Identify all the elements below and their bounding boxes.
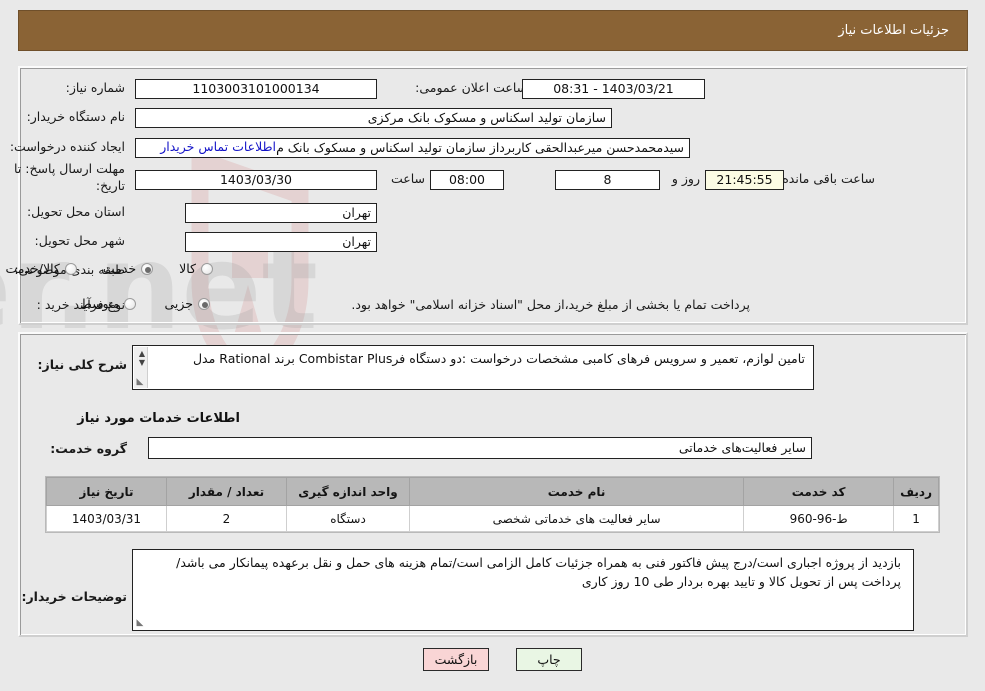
buyer-notes-text: بازدید از پروژه اجباری است/درج پیش فاکتو…	[176, 555, 901, 590]
province-label-row: استان محل تحویل:	[27, 204, 125, 219]
remaining-time-field: 21:45:55	[705, 170, 784, 190]
deadline-label-row2: تاریخ:	[95, 178, 125, 193]
category-radio-kala[interactable]: کالا	[179, 261, 213, 276]
city-label-row: شهر محل تحویل:	[35, 233, 125, 248]
notes-label-row: توضیحات خریدار:	[21, 589, 127, 604]
process-option-label-0: جزیی	[164, 296, 193, 311]
radio-circle-icon	[201, 262, 213, 275]
summary-label-row: شرح کلی نیاز:	[38, 357, 127, 372]
deadline-date-row: 1403/03/30	[135, 170, 377, 190]
category-radio-group: کالا خدمت کالا/خدمت	[5, 261, 213, 276]
announce-field-row: 1403/03/21 - 08:31	[522, 79, 705, 99]
services-table: ردیف کد خدمت نام خدمت واحد اندازه گیری ت…	[45, 476, 940, 533]
service-group-field[interactable]: سایر فعالیت‌های خدماتی	[148, 437, 812, 459]
summary-text: تامین لوازم، تعمیر و سرویس فرهای کامبی م…	[192, 351, 805, 366]
service-group-field-row: سایر فعالیت‌های خدماتی	[148, 437, 812, 459]
col-quantity: تعداد / مقدار	[166, 477, 287, 506]
category-radio-khedmat[interactable]: خدمت	[102, 261, 154, 276]
deadline-date-field[interactable]: 1403/03/30	[135, 170, 377, 190]
process-radio-group: جزیی متوسط	[80, 296, 210, 311]
cell-code: ط-96-960	[743, 505, 895, 532]
service-group-label-row: گروه خدمت:	[50, 441, 127, 456]
deadline-label-row: مهلت ارسال پاسخ: تا	[14, 161, 125, 176]
summary-label: شرح کلی نیاز:	[37, 357, 127, 372]
deadline-label-line2: تاریخ:	[95, 178, 125, 193]
need-number-field[interactable]: 1103003101000134	[135, 79, 377, 99]
category-radio-kala-khedmat[interactable]: کالا/خدمت	[5, 261, 77, 276]
buyer-org-field[interactable]: سازمان تولید اسکناس و مسکوک بانک مرکزی	[135, 108, 612, 128]
need-info-panel	[18, 66, 968, 325]
category-option-label-2: کالا/خدمت	[5, 261, 60, 276]
resize-grip-icon[interactable]: ◣	[135, 618, 145, 628]
city-field[interactable]: تهران	[185, 232, 377, 252]
radio-circle-icon	[64, 262, 77, 275]
category-option-label-1: خدمت	[102, 261, 137, 276]
page-title: جزئیات اطلاعات نیاز	[838, 23, 949, 38]
table-row[interactable]: 1 ط-96-960 سایر فعالیت های خدماتی شخصی د…	[46, 505, 939, 532]
col-date: تاریخ نیاز	[46, 477, 167, 506]
creator-label: ایجاد کننده درخواست:	[9, 139, 125, 154]
need-number-field-row: 1103003101000134	[135, 79, 377, 99]
process-radio-jozei[interactable]: جزیی	[164, 296, 210, 311]
print-button[interactable]: چاپ	[516, 648, 582, 671]
process-option-label-1: متوسط	[80, 296, 120, 311]
radio-circle-icon	[141, 262, 154, 275]
radio-circle-icon	[198, 297, 210, 310]
table-header-row: ردیف کد خدمت نام خدمت واحد اندازه گیری ت…	[46, 477, 939, 506]
col-name: نام خدمت	[408, 477, 745, 506]
contact-link-row: اطلاعات تماس خریدار	[160, 139, 276, 154]
need-number-label: شماره نیاز:	[65, 80, 125, 95]
resize-grip-icon[interactable]: ◣	[135, 377, 145, 387]
city-field-row: تهران	[185, 232, 377, 252]
cell-name: سایر فعالیت های خدماتی شخصی	[408, 505, 745, 532]
cell-unit: دستگاه	[286, 505, 410, 532]
remain-days-label-row: روز و	[672, 171, 700, 186]
remain-days-row: 8	[555, 170, 660, 190]
cell-quantity: 2	[166, 505, 287, 532]
radio-circle-icon	[124, 297, 137, 310]
process-note-text: پرداخت تمام یا بخشی از مبلغ خرید،از محل …	[351, 297, 750, 312]
remain-time-label-row: ساعت باقی مانده	[782, 171, 875, 186]
remaining-time-label: ساعت باقی مانده	[782, 171, 875, 186]
city-label: شهر محل تحویل:	[34, 233, 125, 248]
buyer-org-label-row: نام دستگاه خریدار:	[27, 109, 125, 124]
services-section-heading: اطلاعات خدمات مورد نیاز	[77, 411, 240, 426]
deadline-hour-label-row: ساعت	[391, 171, 425, 186]
back-button[interactable]: بازگشت	[423, 648, 489, 671]
scroll-down-icon[interactable]: ▼	[136, 358, 148, 367]
scroll-up-icon[interactable]: ▲	[136, 349, 148, 358]
page-root: AriaTender.net جزئیات اطلاعات نیاز شماره…	[0, 0, 985, 691]
province-field[interactable]: تهران	[185, 203, 377, 223]
buyer-notes-textarea[interactable]: ◣ بازدید از پروژه اجباری است/درج پیش فاک…	[132, 549, 914, 631]
need-number-label-row: شماره نیاز:	[66, 80, 125, 95]
deadline-label-line1: مهلت ارسال پاسخ: تا	[14, 161, 125, 176]
remaining-days-label: روز و	[671, 171, 700, 186]
deadline-hour-label: ساعت	[390, 171, 425, 186]
summary-textarea[interactable]: ▲ ▼ ◣ تامین لوازم، تعمیر و سرویس فرهای ک…	[132, 345, 814, 390]
creator-label-row: ایجاد کننده درخواست:	[10, 139, 125, 154]
cell-date: 1403/03/31	[46, 505, 167, 532]
deadline-hour-field[interactable]: 08:00	[430, 170, 504, 190]
buyer-org-field-row: سازمان تولید اسکناس و مسکوک بانک مرکزی	[135, 108, 612, 128]
remaining-days-field: 8	[555, 170, 660, 190]
page-header: جزئیات اطلاعات نیاز	[18, 10, 968, 51]
category-option-label-0: کالا	[179, 261, 196, 276]
cell-index: 1	[893, 505, 939, 532]
buyer-notes-label: توضیحات خریدار:	[21, 589, 127, 604]
col-code: کد خدمت	[743, 477, 895, 506]
announce-datetime-field[interactable]: 1403/03/21 - 08:31	[522, 79, 705, 99]
col-unit: واحد اندازه گیری	[286, 477, 410, 506]
process-note-row: پرداخت تمام یا بخشی از مبلغ خرید،از محل …	[351, 297, 750, 312]
col-index: ردیف	[893, 477, 939, 506]
deadline-hour-row: 08:00	[430, 170, 504, 190]
remain-time-row: 21:45:55	[705, 170, 784, 190]
buyer-org-label: نام دستگاه خریدار:	[26, 109, 125, 124]
buyer-contact-link[interactable]: اطلاعات تماس خریدار	[160, 139, 276, 154]
province-label: استان محل تحویل:	[26, 204, 125, 219]
service-group-label: گروه خدمت:	[50, 441, 127, 456]
province-field-row: تهران	[185, 203, 377, 223]
process-radio-motevasset[interactable]: متوسط	[80, 296, 137, 311]
